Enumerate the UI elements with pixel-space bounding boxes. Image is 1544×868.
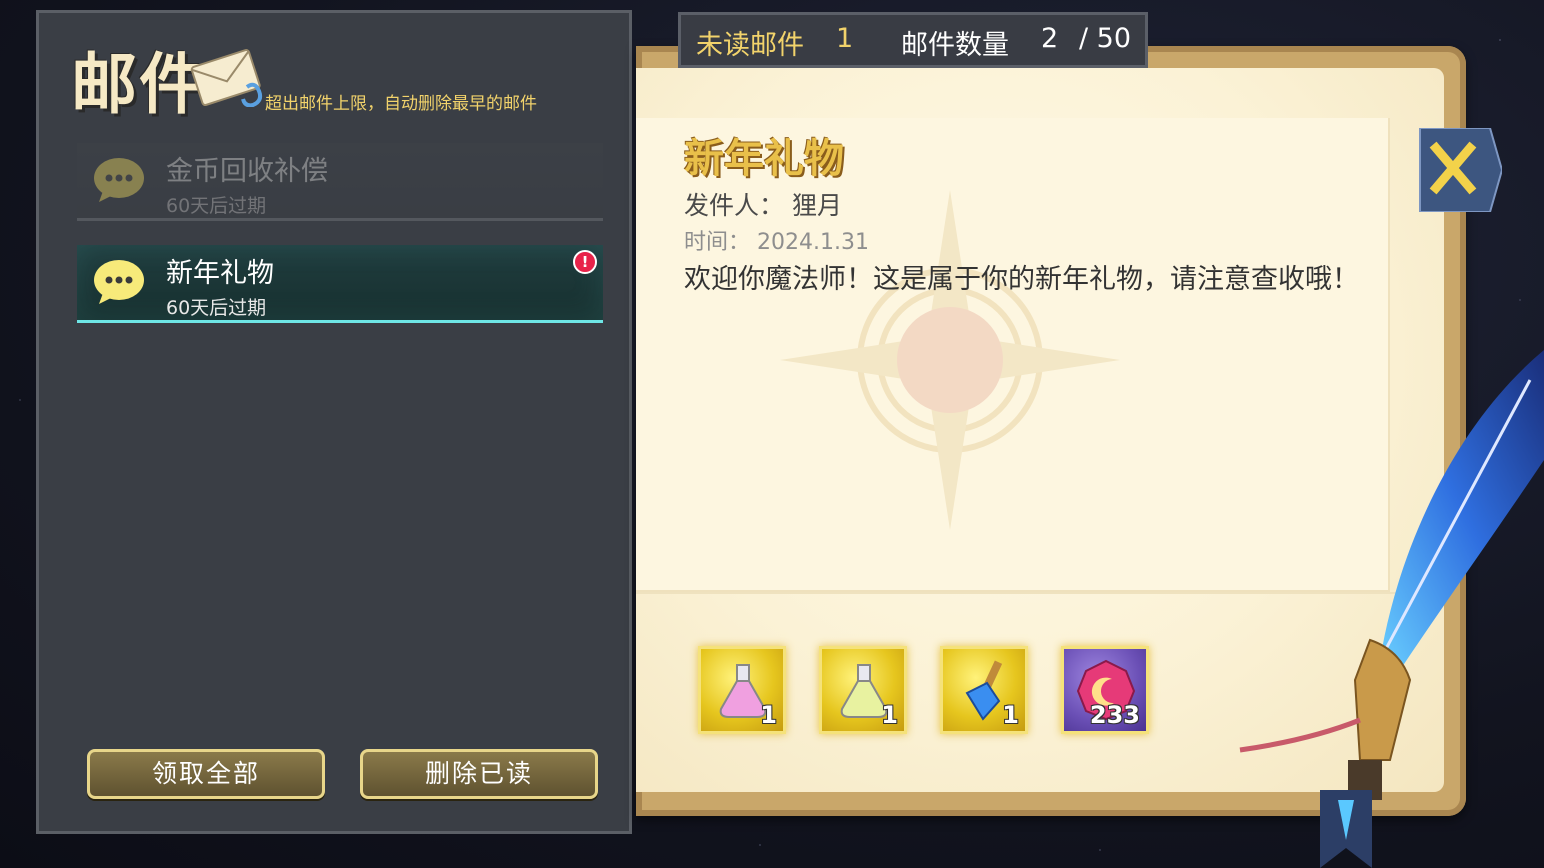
- mail-counter-bar: 未读邮件 1 邮件数量 2 / 50: [678, 12, 1148, 68]
- panel-title: 邮件: [71, 45, 207, 123]
- reward-quantity: 1: [1002, 701, 1019, 729]
- reward-quantity: 1: [881, 701, 898, 729]
- chat-bubble-icon: [94, 158, 144, 202]
- mail-count-label: 邮件数量: [901, 30, 1009, 61]
- reward-quantity: 1: [760, 701, 777, 729]
- claim-all-button[interactable]: 领取全部: [87, 749, 325, 799]
- unread-count: 1: [836, 23, 854, 54]
- mail-expiry: 60天后过期: [166, 195, 267, 217]
- mail-count: 2: [1041, 23, 1059, 54]
- mailbox-limit-hint: 超出邮件上限，自动删除最早的邮件: [265, 94, 537, 114]
- quill-feather-icon: [1239, 350, 1544, 800]
- reward-slot[interactable]: 233: [1061, 646, 1149, 734]
- mail-subject: 金币回收补偿: [166, 156, 328, 187]
- letter-body: 欢迎你魔法师！这是属于你的新年礼物，请注意查收哦！: [684, 264, 1359, 295]
- letter-sender: 发件人： 狸月: [684, 191, 842, 220]
- mail-item-selected[interactable]: 新年礼物 60天后过期 !: [77, 245, 603, 323]
- reward-slot[interactable]: 1: [698, 646, 786, 734]
- letter-time: 时间： 2024.1.31: [684, 230, 869, 255]
- reward-slot[interactable]: 1: [940, 646, 1028, 734]
- bookmark-ribbon-icon: [1320, 790, 1372, 868]
- mail-capacity: / 50: [1079, 23, 1132, 54]
- letter-title: 新年礼物: [684, 136, 844, 182]
- delete-read-button[interactable]: 删除已读: [360, 749, 598, 799]
- close-icon[interactable]: [1418, 128, 1502, 212]
- mail-expiry: 60天后过期: [166, 297, 267, 319]
- mail-list-panel: 邮件 超出邮件上限，自动删除最早的邮件 金币回收补偿 60天后过期 新年礼物 6…: [36, 10, 632, 834]
- mail-subject: 新年礼物: [166, 258, 274, 289]
- unread-alert-icon: !: [573, 250, 597, 274]
- chat-bubble-icon: [94, 260, 144, 304]
- reward-slot[interactable]: 1: [819, 646, 907, 734]
- mail-item[interactable]: 金币回收补偿 60天后过期: [77, 143, 603, 221]
- envelope-icon: [190, 49, 263, 107]
- reward-quantity: 233: [1089, 701, 1140, 729]
- unread-label: 未读邮件: [696, 30, 804, 61]
